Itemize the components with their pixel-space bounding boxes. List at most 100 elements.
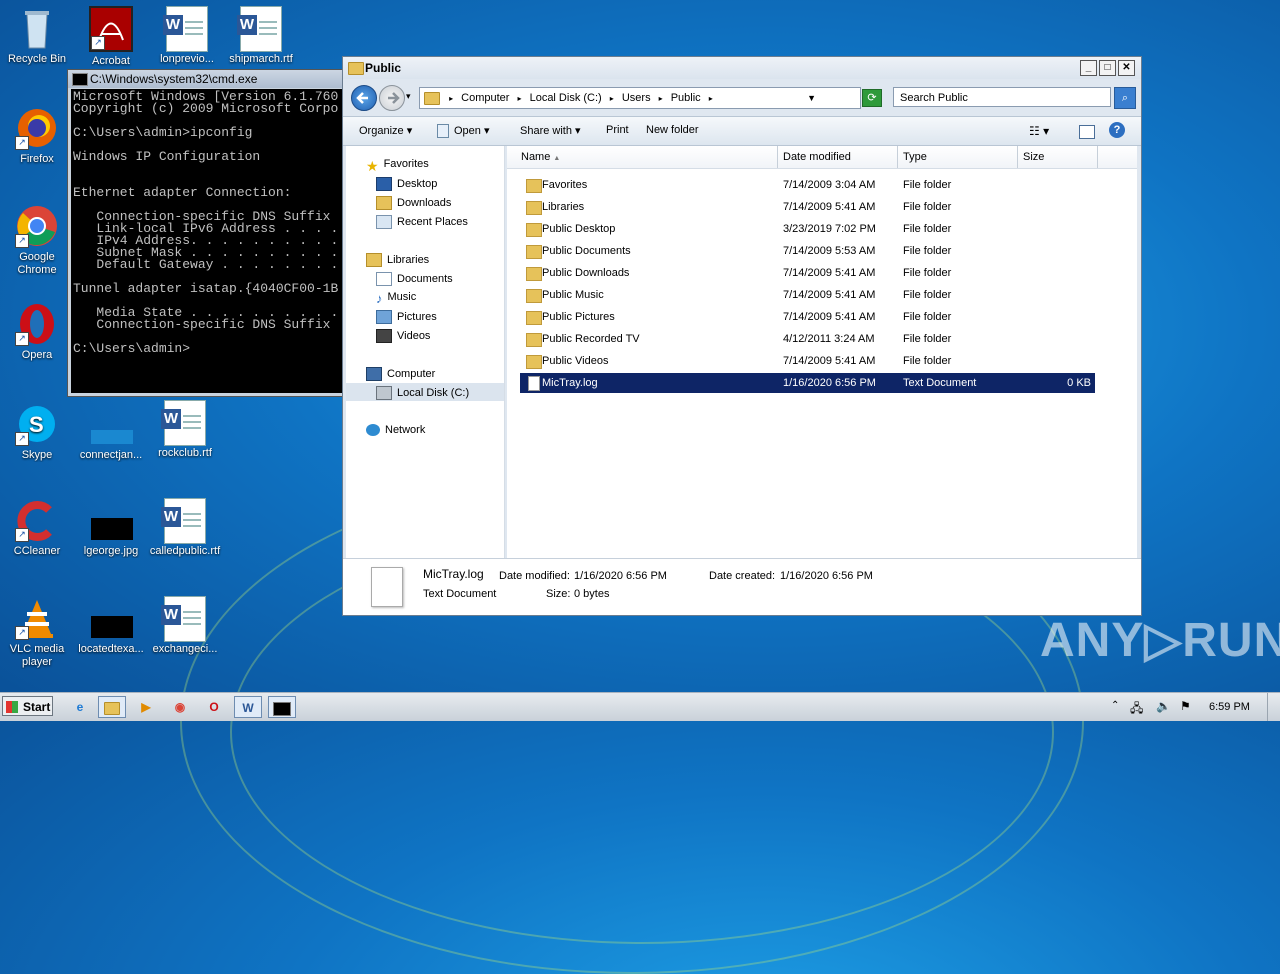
drive-icon <box>376 386 392 400</box>
cmd-title-bar[interactable]: C:\Windows\system32\cmd.exe <box>68 70 358 88</box>
breadcrumb-users[interactable]: Users <box>622 92 651 104</box>
skype-icon: S ↗ <box>15 402 59 446</box>
nav-pictures[interactable]: Pictures <box>376 310 437 324</box>
list-item[interactable]: Libraries 7/14/2009 5:41 AM File folder <box>520 197 1095 217</box>
nav-desktop[interactable]: Desktop <box>376 177 437 191</box>
cmd-console-output[interactable]: Microsoft Windows [Version 6.1.760 Copyr… <box>71 89 358 393</box>
desktop-icon-lgeorge[interactable]: lgeorge.jpg <box>74 498 148 558</box>
nav-network[interactable]: Network <box>366 424 425 437</box>
print-button[interactable]: Print <box>606 124 629 136</box>
taskbar-cmd-icon[interactable] <box>268 696 296 718</box>
desktop-icon-recycle-bin[interactable]: Recycle Bin <box>0 6 74 66</box>
desktop-icon-calledpublic[interactable]: W calledpublic.rtf <box>148 498 222 558</box>
desktop-icon-opera[interactable]: ↗ Opera <box>0 302 74 362</box>
desktop-icon-rockclub[interactable]: W rockclub.rtf <box>148 400 222 460</box>
maximize-button[interactable]: □ <box>1099 60 1116 76</box>
list-item[interactable]: Public Pictures 7/14/2009 5:41 AM File fol… <box>520 307 1095 327</box>
open-button[interactable]: Open ▾ <box>437 124 490 139</box>
acrobat-icon: ↗ <box>89 6 133 52</box>
search-input[interactable]: Search Public <box>893 87 1111 107</box>
breadcrumb-computer[interactable]: Computer <box>461 92 509 104</box>
details-size-value: 0 bytes <box>574 588 610 600</box>
breadcrumb-local-disk[interactable]: Local Disk (C:) <box>530 92 602 104</box>
forward-button[interactable] <box>379 85 405 111</box>
details-modified-value: 1/16/2020 6:56 PM <box>574 570 667 582</box>
document-icon <box>437 124 449 139</box>
breadcrumb-public[interactable]: Public <box>671 92 701 104</box>
new-folder-button[interactable]: New folder <box>646 124 699 136</box>
help-icon[interactable]: ? <box>1109 122 1125 138</box>
column-size[interactable]: Size <box>1023 151 1044 163</box>
column-type[interactable]: Type <box>903 151 927 163</box>
ccleaner-icon: ↗ <box>15 498 59 542</box>
desktop-icon-firefox[interactable]: ↗ Firefox <box>0 106 74 166</box>
nav-videos[interactable]: Videos <box>376 329 430 343</box>
show-desktop-button[interactable] <box>1267 693 1280 721</box>
breadcrumb-sep-icon: ▸ <box>517 94 522 103</box>
nav-favorites[interactable]: ★ Favorites <box>366 158 429 174</box>
desktop-icon-label: Acrobat <box>92 55 130 67</box>
nav-computer[interactable]: Computer <box>366 367 435 381</box>
desktop-icon-shipmarch[interactable]: W shipmarch.rtf <box>224 6 298 66</box>
desktop-icon-lonprevio[interactable]: W lonprevio... <box>150 6 224 66</box>
folder-icon <box>526 267 542 281</box>
taskbar-ie-icon[interactable]: e <box>66 696 94 718</box>
refresh-icon[interactable]: ⟳ <box>862 89 882 107</box>
word-document-icon: W <box>161 498 207 544</box>
nav-local-disk[interactable]: Local Disk (C:) <box>376 386 469 400</box>
list-item-selected[interactable]: MicTray.log 1/16/2020 6:56 PM Text Documen… <box>520 373 1095 393</box>
nav-music[interactable]: ♪ Music <box>376 291 416 306</box>
list-item[interactable]: Public Recorded TV 4/12/2011 3:24 AM File … <box>520 329 1095 349</box>
desktop-icon-vlc[interactable]: ↗ VLC media player <box>0 596 74 669</box>
tray-network-icon[interactable]: 🖧 <box>1130 699 1143 720</box>
taskbar-chrome-icon[interactable]: ◉ <box>166 696 194 718</box>
list-item[interactable]: Public Downloads 7/14/2009 5:41 AM File fo… <box>520 263 1095 283</box>
text-document-large-icon <box>371 567 403 607</box>
column-name[interactable]: Name ▲ <box>521 151 560 163</box>
list-item[interactable]: Public Documents 7/14/2009 5:53 AM File fo… <box>520 241 1095 261</box>
nav-libraries[interactable]: Libraries <box>366 253 429 267</box>
explorer-window[interactable]: Public _ □ ✕ ▾ ▸ Computer ▸ Local Disk (… <box>342 56 1142 616</box>
network-icon <box>366 424 380 437</box>
tray-overflow-icon[interactable]: ⌃ <box>1111 700 1119 711</box>
address-bar[interactable]: ▸ Computer ▸ Local Disk (C:) ▸ Users ▸ P… <box>419 87 882 109</box>
share-with-button[interactable]: Share with ▾ <box>520 124 581 137</box>
taskbar-media-player-icon[interactable]: ▶ <box>132 696 160 718</box>
taskbar-opera-icon[interactable]: O <box>200 696 228 718</box>
start-button[interactable]: Start <box>2 696 53 716</box>
search-icon[interactable]: ⌕ <box>1114 87 1136 109</box>
nav-documents[interactable]: Documents <box>376 272 453 286</box>
recent-pages-chevron-icon[interactable]: ▾ <box>406 91 411 102</box>
desktop-icon-locatedtexa[interactable]: locatedtexa... <box>74 596 148 656</box>
address-dropdown-icon[interactable]: ▼ <box>807 88 816 108</box>
cmd-window[interactable]: C:\Windows\system32\cmd.exe Microsoft Wi… <box>67 69 359 397</box>
list-item[interactable]: Public Music 7/14/2009 5:41 AM File folder <box>520 285 1095 305</box>
back-button[interactable] <box>351 85 377 111</box>
desktop-icon-ccleaner[interactable]: ↗ CCleaner <box>0 498 74 558</box>
desktop-icon-connectjan[interactable]: connectjan... <box>74 402 148 462</box>
tray-action-center-flag-icon[interactable]: ⚑ <box>1180 699 1191 713</box>
desktop-icon-chrome[interactable]: ↗ Google Chrome <box>0 204 74 277</box>
explorer-title-bar[interactable]: Public _ □ ✕ <box>343 57 1141 79</box>
organize-button[interactable]: Organize ▾ <box>359 124 412 137</box>
close-button[interactable]: ✕ <box>1118 60 1135 76</box>
list-item[interactable]: Public Desktop 3/23/2019 7:02 PM File fold… <box>520 219 1095 239</box>
desktop-icon-acrobat[interactable]: ↗ Acrobat <box>74 6 148 68</box>
list-item[interactable]: Public Videos 7/14/2009 5:41 AM File folde… <box>520 351 1095 371</box>
nav-downloads[interactable]: Downloads <box>376 196 451 210</box>
desktop-icon-skype[interactable]: S ↗ Skype <box>0 402 74 462</box>
taskbar-explorer-icon[interactable] <box>98 696 126 718</box>
list-item[interactable]: Favorites 7/14/2009 3:04 AM File folder <box>520 175 1095 195</box>
view-options-icon[interactable]: ☷ ▾ <box>1029 124 1049 138</box>
minimize-button[interactable]: _ <box>1080 60 1097 76</box>
desktop-icon-label: connectjan... <box>79 449 143 461</box>
clock[interactable]: 6:59 PM <box>1209 701 1250 713</box>
firefox-icon: ↗ <box>15 106 59 150</box>
taskbar-word-icon[interactable]: W <box>234 696 262 718</box>
tray-volume-icon[interactable]: 🔈 <box>1156 699 1171 713</box>
nav-recent-places[interactable]: Recent Places <box>376 215 468 229</box>
image-file-icon <box>89 596 133 640</box>
preview-pane-icon[interactable] <box>1079 125 1095 139</box>
column-date-modified[interactable]: Date modified <box>783 151 851 163</box>
desktop-icon-exchangeci[interactable]: W exchangeci... <box>148 596 222 656</box>
